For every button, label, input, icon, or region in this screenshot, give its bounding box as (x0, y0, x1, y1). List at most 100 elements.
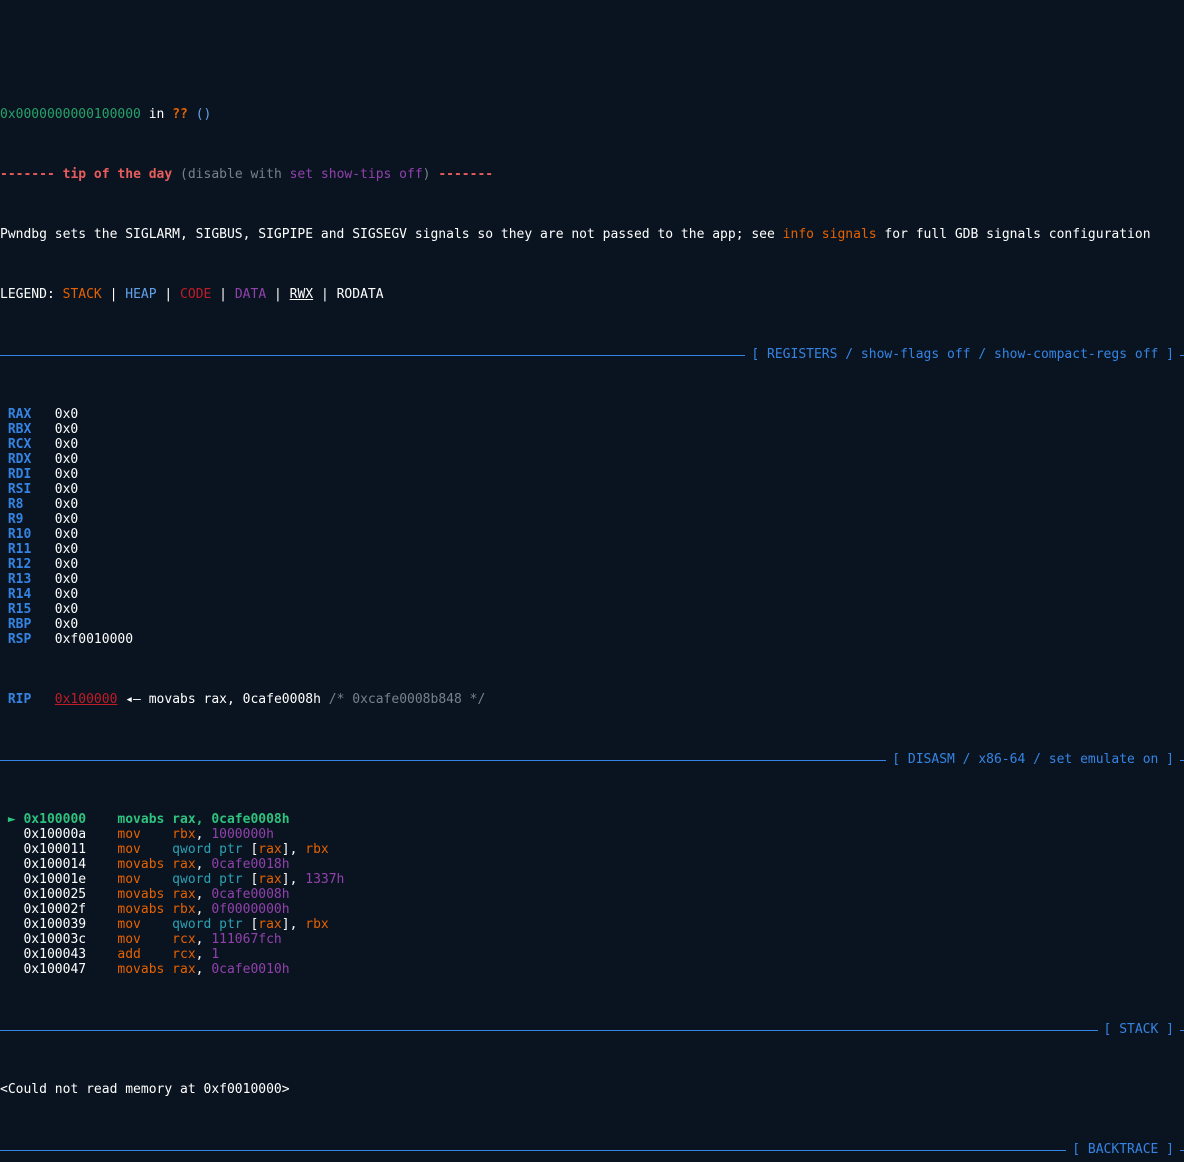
disasm-line: 0x100039movqword ptr [rax], rbx (0, 917, 1184, 932)
mnemonic: movabs (117, 887, 172, 902)
legend-code: CODE (180, 287, 211, 302)
mnemonic: movabs (117, 902, 172, 917)
register-rsi: RSI 0x0 (0, 482, 1184, 497)
register-value: 0x0 (55, 497, 78, 512)
operand-immediate: 1 (211, 947, 219, 962)
register-rax: RAX 0x0 (0, 407, 1184, 422)
instruction-address: 0x100039 (23, 917, 117, 932)
instruction-indent (0, 947, 23, 962)
operand-text: , (196, 887, 212, 902)
register-rbp: RBP 0x0 (0, 617, 1184, 632)
operand-text: ], (282, 872, 305, 887)
instruction-address: 0x100043 (23, 947, 117, 962)
mnemonic: mov (117, 872, 172, 887)
register-name: R13 (8, 572, 39, 587)
instruction-indent (0, 902, 23, 917)
operand-text: , (196, 902, 212, 917)
register-r9: R9 0x0 (0, 512, 1184, 527)
operand-text: , (196, 962, 212, 977)
mnemonic: movabs (117, 962, 172, 977)
operand-register: rax (258, 842, 281, 857)
instruction-address: 0x10000a (23, 827, 117, 842)
mnemonic: movabs (117, 812, 172, 827)
operand-text: [ (250, 917, 258, 932)
register-rdi: RDI 0x0 (0, 467, 1184, 482)
register-name: RDI (8, 467, 39, 482)
register-name: R12 (8, 557, 39, 572)
mnemonic: mov (117, 917, 172, 932)
operand-text: ], (282, 842, 305, 857)
legend-rwx: RWX (290, 287, 313, 302)
register-r8: R8 0x0 (0, 497, 1184, 512)
operand-immediate: 1337h (305, 872, 344, 887)
register-value: 0x0 (55, 527, 78, 542)
unknown-symbol: ?? (172, 107, 188, 122)
register-value: 0x0 (55, 587, 78, 602)
operand-keyword: qword ptr (172, 872, 250, 887)
operand-immediate: 0f0000000h (211, 902, 289, 917)
operand-register: rbx (305, 842, 328, 857)
operand-text: [ (250, 842, 258, 857)
operand-text: , (196, 932, 212, 947)
operand-immediate: 0cafe0010h (211, 962, 289, 977)
register-name: RSI (8, 482, 39, 497)
disasm-line: 0x100043addrcx, 1 (0, 947, 1184, 962)
instruction-indent (0, 962, 23, 977)
instruction-indent (0, 887, 23, 902)
register-name: RBX (8, 422, 39, 437)
register-name: R14 (8, 587, 39, 602)
instruction-address: 0x100047 (23, 962, 117, 977)
disasm-line: 0x10000amovrbx, 1000000h (0, 827, 1184, 842)
operand-immediate: 0cafe0008h (211, 812, 289, 827)
rip-address: 0x100000 (55, 692, 118, 707)
operand-register: rbx (305, 917, 328, 932)
register-name: R8 (8, 497, 39, 512)
operand-text: ], (282, 917, 305, 932)
mnemonic: mov (117, 827, 172, 842)
operand-immediate: 0cafe0018h (211, 857, 289, 872)
mnemonic: mov (117, 932, 172, 947)
operand-text: , (196, 857, 212, 872)
operand-register: rax (172, 857, 195, 872)
register-name: R15 (8, 602, 39, 617)
register-rsp: RSP 0xf0010000 (0, 632, 1184, 647)
register-name: RAX (8, 407, 39, 422)
operand-register: rbx (172, 902, 195, 917)
register-r12: R12 0x0 (0, 557, 1184, 572)
register-r15: R15 0x0 (0, 602, 1184, 617)
register-value: 0x0 (55, 467, 78, 482)
register-value: 0xf0010000 (55, 632, 133, 647)
registers-block: RAX 0x0 RBX 0x0 RCX 0x0 RDX 0x0 RDI 0x0 … (0, 407, 1184, 647)
register-name: RCX (8, 437, 39, 452)
operand-text: , (196, 812, 212, 827)
current-address: 0x0000000000100000 (0, 107, 141, 122)
register-value: 0x0 (55, 437, 78, 452)
instruction-indent (0, 857, 23, 872)
disasm-line: 0x100014movabsrax, 0cafe0018h (0, 857, 1184, 872)
register-name: RDX (8, 452, 39, 467)
register-value: 0x0 (55, 482, 78, 497)
register-value: 0x0 (55, 407, 78, 422)
register-value: 0x0 (55, 557, 78, 572)
operand-register: rax (172, 962, 195, 977)
instruction-indent (0, 827, 23, 842)
current-instruction-marker: ► (0, 812, 23, 827)
instruction-indent (0, 917, 23, 932)
register-value: 0x0 (55, 602, 78, 617)
register-r10: R10 0x0 (0, 527, 1184, 542)
disasm-line: 0x10003cmovrcx, 111067fch (0, 932, 1184, 947)
instruction-address: 0x10003c (23, 932, 117, 947)
register-name: R10 (8, 527, 39, 542)
operand-text: , (196, 827, 212, 842)
operand-text: , (196, 947, 212, 962)
section-disasm-header: [ DISASM / x86-64 / set emulate on ] (0, 752, 1184, 767)
instruction-indent (0, 842, 23, 857)
disasm-line: 0x10001emovqword ptr [rax], 1337h (0, 872, 1184, 887)
disasm-line: 0x100047movabsrax, 0cafe0010h (0, 962, 1184, 977)
operand-immediate: 0cafe0008h (211, 887, 289, 902)
operand-register: rax (172, 812, 195, 827)
register-name: RBP (8, 617, 39, 632)
register-name: R9 (8, 512, 39, 527)
operand-register: rax (172, 887, 195, 902)
section-backtrace-header: [ BACKTRACE ] (0, 1142, 1184, 1157)
